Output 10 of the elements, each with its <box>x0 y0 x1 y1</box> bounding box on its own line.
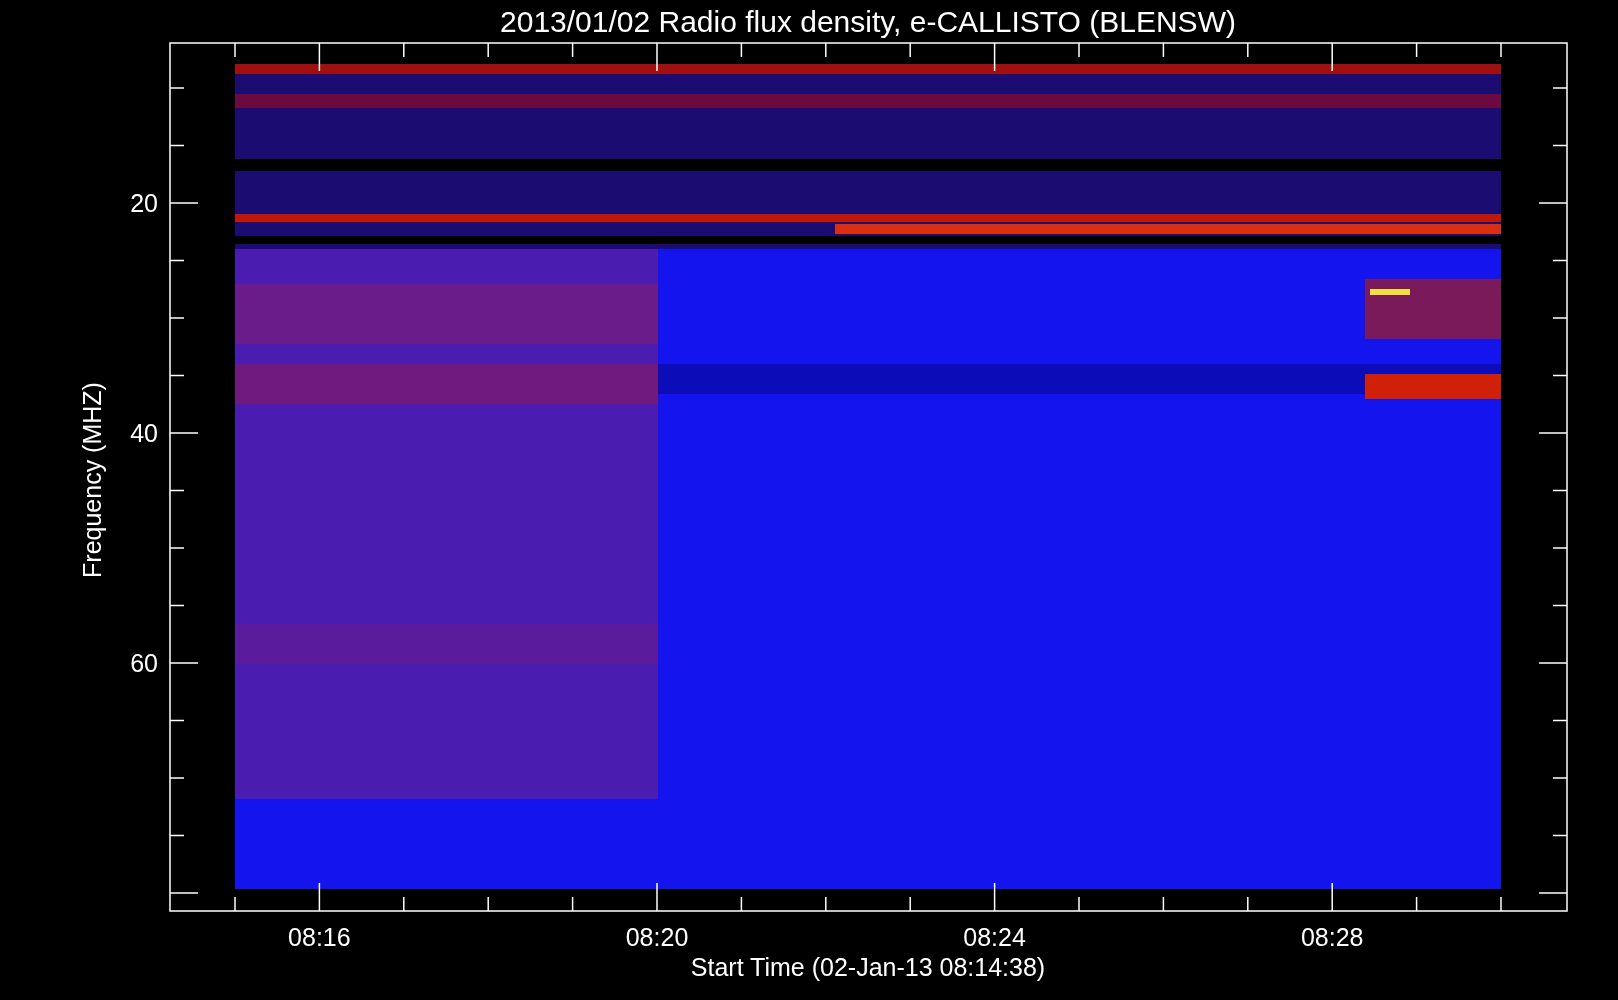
tick-label: 08:28 <box>1300 923 1364 951</box>
axis-title: Start Time (02-Jan-13 08:14:38) <box>690 953 1046 981</box>
tick-label: 08:24 <box>963 923 1026 951</box>
tick-label: 40 <box>130 419 158 447</box>
tick-label: 20 <box>130 189 158 217</box>
tick-label: 60 <box>130 649 158 677</box>
chart-title: 2013/01/02 Radio flux density, e-CALLISTO (BLENSW) <box>500 5 1236 38</box>
axis-title: Frequency (MHZ) <box>78 382 106 578</box>
tick-label: 08:20 <box>625 923 689 951</box>
tick-label: 08:16 <box>288 923 351 951</box>
